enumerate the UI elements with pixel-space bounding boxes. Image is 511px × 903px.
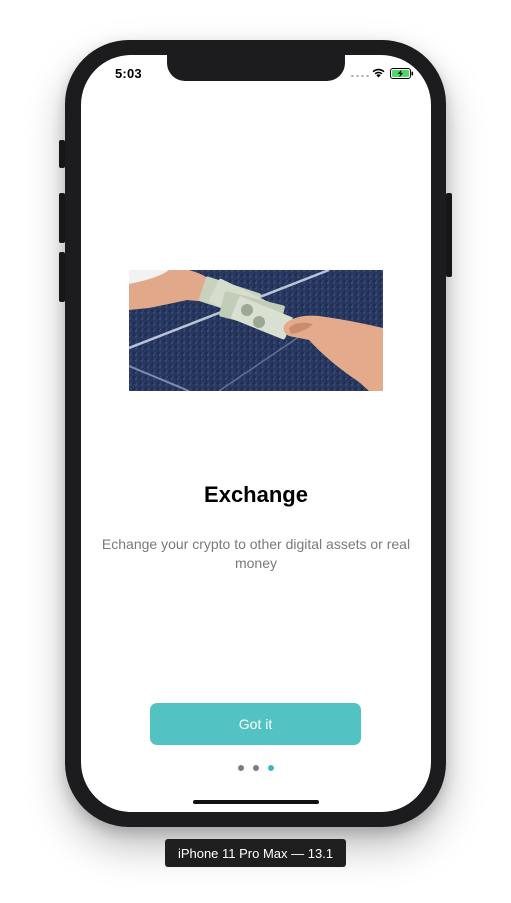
cellular-signal-icon [351,75,369,77]
onboarding-title: Exchange [204,482,308,507]
page-dot-1[interactable] [238,765,244,771]
wifi-icon [372,68,385,78]
onboarding-description: Echange your crypto to other digital ass… [101,536,411,571]
simulator-device-label: iPhone 11 Pro Max — 13.1 [165,839,346,867]
status-time: 5:03 [115,66,142,81]
phone-screen: 5:03 Exchange Echange your crypto to oth… [81,55,431,812]
page-dot-3-active[interactable] [268,765,274,771]
page-indicator[interactable] [81,765,431,771]
home-indicator[interactable] [193,800,319,804]
power-button [446,193,452,277]
got-it-button[interactable]: Got it [150,703,361,745]
page-dot-2[interactable] [253,765,259,771]
battery-charging-icon [390,68,414,79]
simulator-stage: 5:03 Exchange Echange your crypto to oth… [0,0,511,903]
exchange-photo [129,270,383,391]
notch [167,55,345,81]
